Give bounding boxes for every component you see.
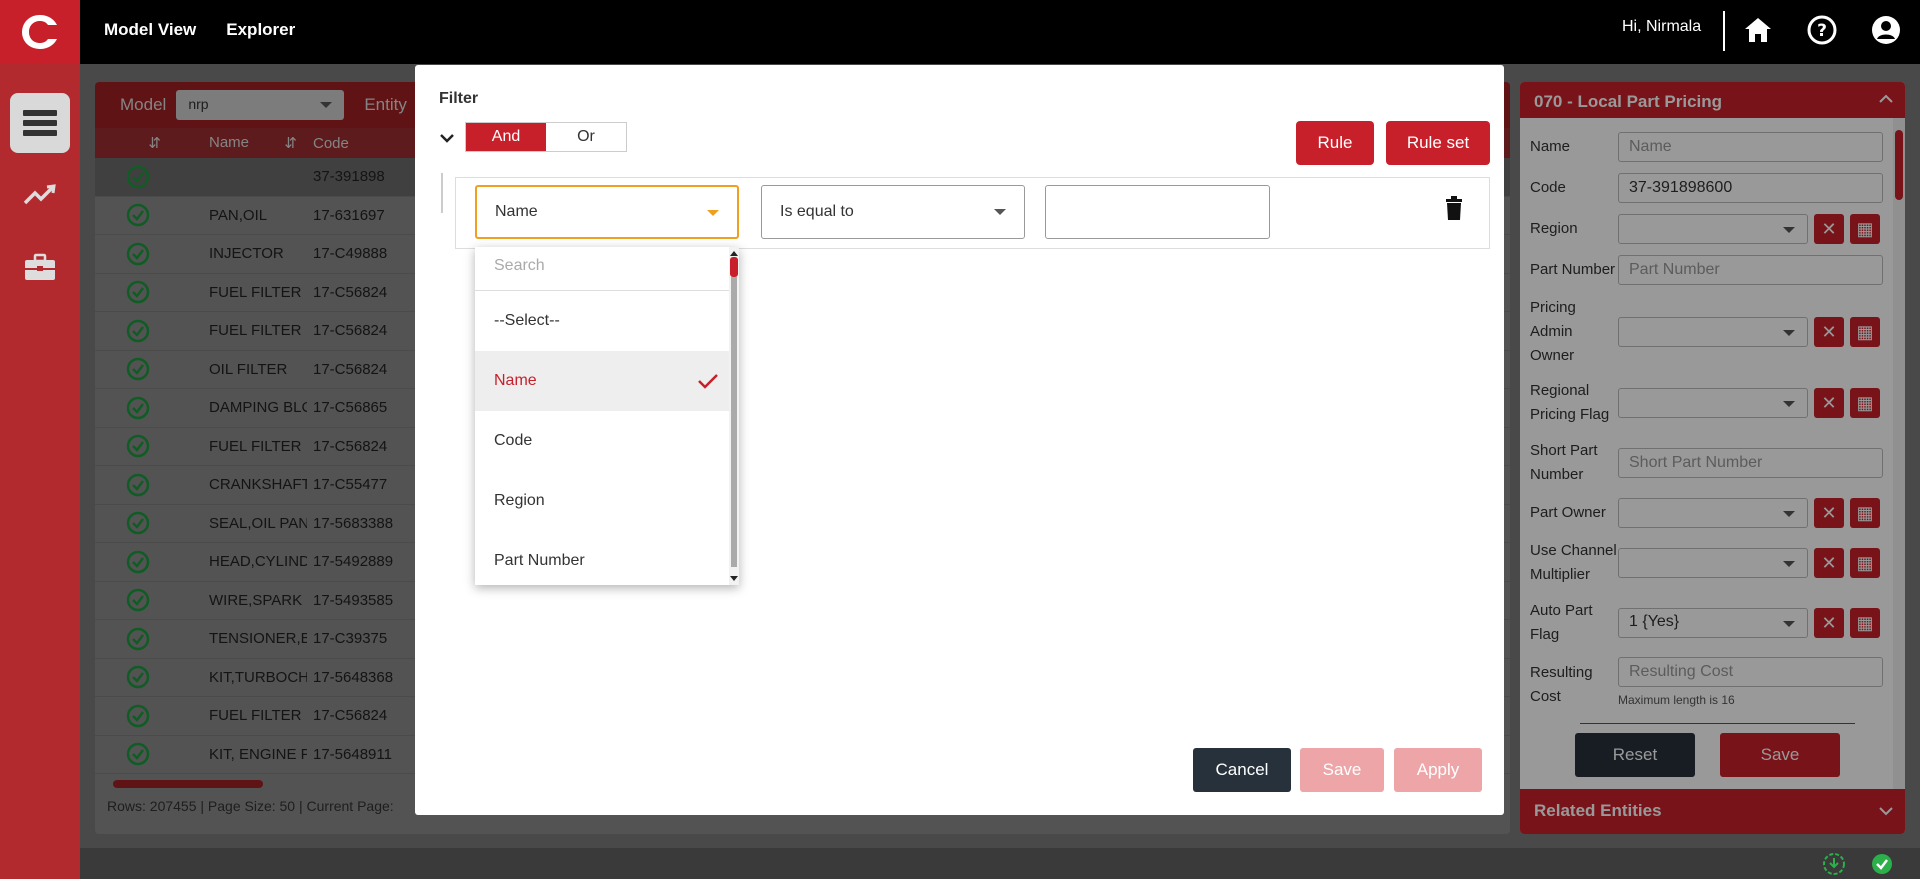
dropdown-option[interactable]: Name	[475, 351, 739, 411]
trash-icon[interactable]	[1445, 196, 1463, 220]
list-icon	[23, 110, 57, 136]
account-icon[interactable]	[1870, 14, 1902, 46]
home-icon[interactable]	[1742, 14, 1774, 46]
sidebar-item-list[interactable]	[10, 93, 70, 153]
sidebar-item-trends[interactable]	[10, 165, 70, 225]
or-toggle[interactable]: Or	[546, 123, 626, 151]
dropdown-option-label: Region	[494, 492, 545, 509]
svg-text:?: ?	[1817, 21, 1827, 41]
dropdown-option-label: Part Number	[494, 552, 585, 569]
sidebar	[0, 64, 80, 879]
dropdown-option[interactable]: Region	[475, 471, 739, 531]
chevron-down-icon	[707, 210, 719, 216]
nav-model-view[interactable]: Model View	[104, 20, 196, 40]
apply-button[interactable]: Apply	[1394, 748, 1482, 792]
cummins-logo[interactable]	[0, 0, 80, 64]
dropdown-option-label: Name	[494, 372, 537, 389]
save-filter-button[interactable]: Save	[1300, 748, 1384, 792]
and-toggle[interactable]: And	[466, 123, 546, 151]
checkmark-icon	[698, 374, 718, 389]
top-bar: Model View Explorer Hi, Nirmala ?	[0, 0, 1920, 64]
sidebar-item-tools[interactable]	[10, 237, 70, 297]
operator-select-value: Is equal to	[780, 203, 854, 220]
rule-connector	[441, 173, 443, 213]
divider	[1723, 11, 1725, 51]
dropdown-scrollbar[interactable]	[729, 247, 739, 585]
dropdown-option-list: --Select-- Name Code Region Part Number	[475, 291, 739, 585]
status-bar	[80, 848, 1920, 879]
field-select[interactable]: Name	[475, 185, 739, 239]
dropdown-option-label: Code	[494, 432, 533, 449]
collapse-chevron-icon[interactable]	[439, 133, 455, 143]
help-icon[interactable]: ?	[1806, 14, 1838, 46]
field-select-value: Name	[495, 203, 538, 220]
download-status-icon[interactable]	[1822, 852, 1846, 876]
chevron-down-icon	[994, 209, 1006, 215]
nav-explorer[interactable]: Explorer	[226, 20, 295, 40]
value-input[interactable]	[1045, 185, 1270, 239]
cancel-button[interactable]: Cancel	[1193, 748, 1291, 792]
user-greeting: Hi, Nirmala	[1622, 18, 1702, 35]
filter-dialog: Filter And Or Rule Rule set Name Is equa…	[415, 65, 1504, 815]
dropdown-option[interactable]: Part Number	[475, 531, 739, 585]
field-dropdown-menu: Search --Select-- Name Code Region Part Numb…	[475, 247, 739, 585]
check-status-icon	[1872, 854, 1892, 874]
operator-select[interactable]: Is equal to	[761, 185, 1025, 239]
dialog-title: Filter	[439, 90, 479, 107]
dropdown-search-input[interactable]: Search	[475, 247, 739, 291]
dropdown-option[interactable]: --Select--	[475, 291, 739, 351]
add-ruleset-button[interactable]: Rule set	[1386, 121, 1490, 165]
dropdown-option[interactable]: Code	[475, 411, 739, 471]
dropdown-option-label: --Select--	[494, 312, 560, 329]
briefcase-icon	[25, 253, 55, 280]
add-rule-button[interactable]: Rule	[1296, 121, 1374, 165]
trend-icon	[23, 184, 56, 205]
logic-toggle: And Or	[465, 122, 627, 152]
